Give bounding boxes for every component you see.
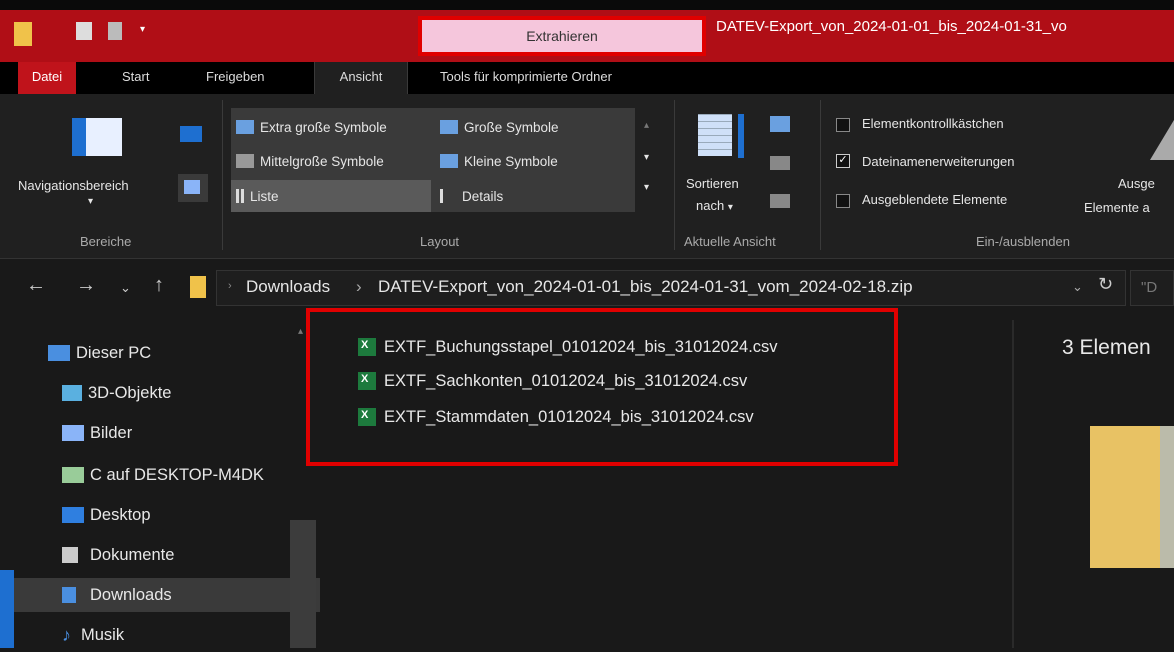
computer-icon (48, 345, 70, 361)
tab-start[interactable]: Start (122, 62, 149, 94)
layout-small-icons[interactable]: Kleine Symbole (440, 146, 558, 176)
hidden-items-checkbox[interactable] (836, 194, 850, 208)
group-label-aktuelle-ansicht: Aktuelle Ansicht (684, 234, 776, 249)
chevron-down-icon[interactable]: ▾ (88, 196, 93, 207)
back-arrow-icon[interactable]: ← (26, 274, 46, 297)
breadcrumb-downloads[interactable]: Downloads (246, 277, 330, 297)
network-drive-icon (62, 467, 84, 483)
desktop-background-edge (0, 570, 14, 648)
sidebar-item-downloads[interactable]: Downloads (0, 578, 320, 612)
sidebar-item-desktop[interactable]: Desktop (62, 498, 151, 532)
desktop-icon (62, 507, 84, 523)
layout-extra-large-icons[interactable]: Extra große Symbole (236, 112, 387, 142)
properties-icon[interactable] (76, 22, 92, 40)
breadcrumb-separator-icon[interactable]: › (356, 277, 362, 297)
sidebar-item-dieser-pc[interactable]: Dieser PC (48, 336, 151, 370)
details-pane-icon[interactable] (178, 174, 208, 202)
cube-icon (62, 385, 82, 401)
small-icons-icon (440, 154, 458, 168)
group-label-layout: Layout (420, 234, 460, 249)
medium-icons-icon (236, 154, 254, 168)
gallery-more-icon[interactable]: ▾ (644, 182, 649, 193)
chevron-down-icon[interactable]: ▾ (140, 24, 150, 35)
gallery-scroll-down-icon[interactable]: ▾ (644, 152, 649, 163)
sidebar-item-3d-objekte[interactable]: 3D-Objekte (62, 376, 171, 410)
list-icon (236, 189, 244, 203)
documents-icon (62, 547, 78, 563)
extra-large-icons-icon (236, 120, 254, 134)
group-by-icon[interactable] (770, 116, 790, 132)
gallery-scroll-up-icon[interactable]: ▴ (644, 120, 649, 131)
list-item[interactable]: EXTF_Buchungsstapel_01012024_bis_3101202… (358, 332, 778, 362)
recent-locations-chevron-icon[interactable]: ⌄ (120, 280, 131, 296)
music-note-icon: ♪ (62, 624, 71, 645)
zip-zipper-icon (1160, 426, 1174, 568)
scroll-up-icon[interactable]: ▴ (298, 326, 303, 337)
file-extensions-label: Dateinamenerweiterungen (862, 154, 1015, 169)
tab-freigeben[interactable]: Freigeben (206, 62, 265, 94)
sort-icon[interactable] (698, 114, 732, 156)
item-checkboxes-label: Elementkontrollkästchen (862, 116, 1004, 131)
up-arrow-icon[interactable]: ↑ (154, 274, 164, 297)
layout-large-icons[interactable]: Große Symbole (440, 112, 559, 142)
ribbon-divider (222, 100, 223, 250)
refresh-icon[interactable]: ↻ (1098, 274, 1113, 295)
pictures-icon (62, 425, 84, 441)
layout-details[interactable]: Details (440, 181, 503, 211)
address-dropdown-chevron-icon[interactable]: ⌄ (1072, 279, 1083, 295)
preview-divider[interactable] (1012, 320, 1014, 648)
layout-medium-icons[interactable]: Mittelgroße Symbole (236, 146, 384, 176)
context-tab-extrahieren[interactable]: Extrahieren (418, 16, 706, 56)
list-item[interactable]: EXTF_Stammdaten_01012024_bis_31012024.cs… (358, 402, 754, 432)
excel-csv-icon (358, 408, 376, 426)
chevron-down-icon: ▾ (727, 202, 733, 213)
size-columns-icon[interactable] (770, 194, 790, 208)
download-arrow-icon (62, 587, 76, 603)
hide-selected-button[interactable]: Ausge (1118, 176, 1155, 191)
group-label-ein-ausblenden: Ein-/ausblenden (976, 234, 1070, 249)
hide-selected-button-line2[interactable]: Elemente a (1084, 200, 1150, 215)
layout-list[interactable]: Liste (236, 181, 279, 211)
breadcrumb-chevron-icon[interactable]: › (228, 280, 232, 292)
search-box[interactable]: "D (1130, 270, 1174, 306)
navigation-pane-button[interactable]: Navigationsbereich (18, 178, 129, 193)
breadcrumb-zip[interactable]: DATEV-Export_von_2024-01-01_bis_2024-01-… (378, 277, 913, 297)
sort-by-button[interactable]: Sortieren (686, 176, 739, 191)
excel-csv-icon (358, 338, 376, 356)
preview-pane-icon[interactable] (180, 126, 202, 142)
sidebar-item-c-desktop[interactable]: C auf DESKTOP-M4DK (62, 458, 264, 492)
window-title: DATEV-Export_von_2024-01-01_bis_2024-01-… (716, 18, 1067, 35)
sidebar-item-musik[interactable]: ♪ Musik (62, 618, 124, 652)
ribbon-divider (820, 100, 821, 250)
group-label-bereiche: Bereiche (80, 234, 132, 249)
sort-by-button-line2[interactable]: nach ▾ (696, 198, 733, 213)
tab-tools-komprimierte-ordner[interactable]: Tools für komprimierte Ordner (440, 62, 612, 94)
list-item[interactable]: EXTF_Sachkonten_01012024_bis_31012024.cs… (358, 366, 747, 396)
excel-csv-icon (358, 372, 376, 390)
folder-icon[interactable] (14, 22, 32, 46)
sidebar-scrollbar[interactable] (290, 520, 316, 648)
sidebar-item-bilder[interactable]: Bilder (62, 416, 132, 450)
tab-datei[interactable]: Datei (18, 62, 76, 94)
item-checkboxes-checkbox[interactable] (836, 118, 850, 132)
folder-icon (190, 276, 206, 298)
details-icon (440, 189, 446, 203)
forward-arrow-icon[interactable]: → (76, 274, 96, 297)
tab-ansicht[interactable]: Ansicht (314, 62, 408, 94)
sort-icon-bar (738, 114, 744, 158)
new-folder-icon[interactable] (108, 22, 122, 40)
ribbon-divider (674, 100, 675, 250)
navigation-pane-icon[interactable] (72, 118, 122, 156)
sidebar-item-dokumente[interactable]: Dokumente (62, 538, 174, 572)
large-icons-icon (440, 120, 458, 134)
item-count: 3 Elemen (1062, 336, 1151, 359)
file-extensions-checkbox[interactable]: ✓ (836, 154, 850, 168)
hidden-items-label: Ausgeblendete Elemente (862, 192, 1008, 207)
add-columns-icon[interactable] (770, 156, 790, 170)
